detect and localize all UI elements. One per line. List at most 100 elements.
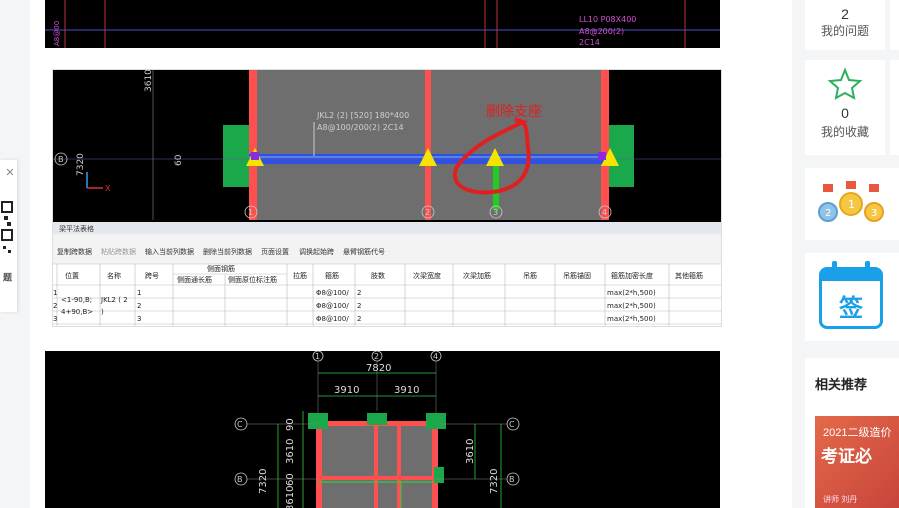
promo-banner[interactable]: 2021二级造价 考证必 讲师 刘丹	[815, 416, 899, 508]
medals-card[interactable]: 2 1 3	[805, 168, 899, 240]
qr-label[interactable]: 题	[0, 200, 14, 282]
svg-text:): )	[101, 308, 104, 316]
plan-right-dim-7320: 7320	[489, 469, 500, 494]
toolbar-input[interactable]: 输入当前列数据	[145, 247, 194, 256]
toolbar-swap[interactable]: 调换起始跨	[299, 247, 334, 256]
plan-left-dim-60: 60	[285, 473, 296, 486]
card-edge	[890, 0, 899, 50]
plan-total-dim: 7820	[366, 363, 391, 374]
plan-left-b: B	[237, 475, 243, 484]
svg-text:Φ8@100/: Φ8@100/	[316, 302, 349, 310]
svg-text:<1-90,B;: <1-90,B;	[61, 296, 92, 304]
svg-text:2: 2	[357, 289, 361, 297]
plan-left-c: C	[237, 420, 243, 429]
table-title: 梁平法表格	[59, 224, 94, 233]
th-stirrup: 箍筋	[325, 271, 339, 280]
th-sub-bar: 次梁加筋	[463, 271, 491, 280]
promo-line-1: 2021二级造价	[823, 427, 892, 439]
svg-text:2: 2	[825, 208, 831, 219]
cad1-side-label: A8@00	[53, 21, 61, 46]
th-legs: 肢数	[371, 271, 385, 280]
svg-text:2: 2	[53, 302, 57, 310]
th-side-long: 侧面通长筋	[177, 275, 212, 284]
toolbar-page[interactable]: 页面设置	[261, 247, 289, 256]
svg-text:2: 2	[137, 302, 141, 310]
svg-text:Φ8@100/: Φ8@100/	[316, 289, 349, 297]
toolbar-cantilever[interactable]: 悬臂钢筋代号	[343, 247, 385, 256]
annotation-text: 删除支座	[486, 104, 542, 120]
svg-text:1: 1	[848, 198, 855, 211]
th-group: 侧面钢筋	[207, 264, 235, 273]
promo-line-2: 考证必	[821, 447, 872, 466]
cad-image-plan[interactable]: 1 2 4 7820 3910 3910 C B C B 90 3610 60 …	[45, 351, 720, 508]
toolbar-copy[interactable]: 复制跨数据	[57, 247, 92, 256]
svg-text:1: 1	[137, 289, 141, 297]
questions-label: 我的问题	[820, 24, 869, 38]
th-name: 名称	[107, 271, 121, 280]
svg-text:3: 3	[871, 208, 877, 219]
plan-right-b: B	[509, 475, 515, 484]
calendar-icon: 签	[819, 261, 883, 329]
th-span: 跨号	[145, 271, 159, 280]
plan-span-2: 3910	[394, 385, 419, 396]
cad1-label-1: LL10 P08X400	[579, 15, 636, 24]
svg-text:3: 3	[53, 315, 57, 323]
th-sub-width: 次梁宽度	[413, 271, 441, 280]
svg-text:JKL2 ( 2: JKL2 ( 2	[100, 296, 128, 304]
plan-axis-1: 1	[315, 352, 320, 361]
plan-left-dim-7320: 7320	[258, 469, 269, 494]
my-favorites-card[interactable]: 0 我的收藏	[805, 60, 885, 155]
svg-text:Φ8@100/: Φ8@100/	[316, 315, 349, 323]
questions-count: 2	[841, 6, 849, 22]
beam-note-2: A8@100/200(2) 2C14	[317, 123, 404, 132]
svg-text:3: 3	[137, 315, 141, 323]
plan-span-1: 3910	[334, 385, 359, 396]
toolbar-paste[interactable]: 粘贴跨数据	[101, 247, 136, 256]
toolbar-delete[interactable]: 删除当前列数据	[203, 247, 252, 256]
axis-3: 3	[493, 208, 498, 217]
svg-text:1: 1	[53, 289, 57, 297]
plan-left-dim-3610b: 3610	[285, 486, 296, 508]
signin-card[interactable]: 签	[805, 253, 899, 341]
close-icon[interactable]: ×	[3, 165, 17, 180]
medal-icon: 2 1 3	[818, 181, 884, 222]
my-questions-card[interactable]: 2 我的问题	[805, 0, 885, 50]
star-icon	[827, 67, 863, 100]
axis-4: 4	[602, 208, 607, 217]
promo-line-3: 讲师 刘丹	[823, 495, 858, 504]
axis-b-label: B	[58, 155, 64, 164]
th-side-local: 侧面原位标注筋	[228, 275, 277, 284]
svg-text:2: 2	[357, 302, 361, 310]
signin-label: 签	[839, 294, 863, 322]
plan-right-dim-3610: 3610	[465, 439, 476, 464]
cad1-label-2: A8@200(2)	[579, 27, 624, 36]
axis-2: 2	[425, 208, 430, 217]
cad1-label-3: 2C14	[579, 38, 600, 47]
th-tie: 拉筋	[293, 271, 307, 280]
svg-text:max(2*h,500): max(2*h,500)	[607, 289, 656, 297]
qr-code-icon	[1, 201, 13, 253]
th-dense-length: 箍筋加密长度	[611, 271, 653, 280]
plan-top-axes: 1 2 4	[312, 351, 442, 362]
qr-sub-label: 题	[2, 272, 12, 282]
th-hanger-anchor: 吊筋锚固	[563, 271, 591, 280]
svg-text:2: 2	[357, 315, 361, 323]
plan-right-c: C	[509, 420, 515, 429]
th-other-stirrup: 其他箍筋	[675, 271, 703, 280]
plan-left-dim-90: 90	[285, 418, 296, 431]
favorites-count: 0	[841, 105, 849, 121]
card-edge	[890, 60, 899, 155]
ucs-x-label: X	[105, 184, 111, 193]
axis-1: 1	[248, 208, 253, 217]
svg-text:4+90,B>: 4+90,B>	[61, 308, 93, 316]
related-title: 相关推荐	[815, 377, 868, 392]
favorites-label: 我的收藏	[820, 125, 869, 139]
dim-small: 60	[174, 154, 184, 166]
plan-left-dim-3610: 3610	[285, 439, 296, 464]
svg-text:max(2*h,500): max(2*h,500)	[607, 302, 656, 310]
dim-left: 3610	[144, 70, 154, 92]
th-hanger: 吊筋	[523, 271, 537, 280]
beam-note-1: JKL2 (2) [520] 180*400	[316, 111, 409, 120]
cad-image-beam-table[interactable]: 删除支座 JKL2 (2) [520] 180*400 A8@100/200(2…	[52, 69, 722, 327]
cad-image-top[interactable]: LL10 P08X400 A8@200(2) 2C14 A8@00	[45, 0, 720, 48]
